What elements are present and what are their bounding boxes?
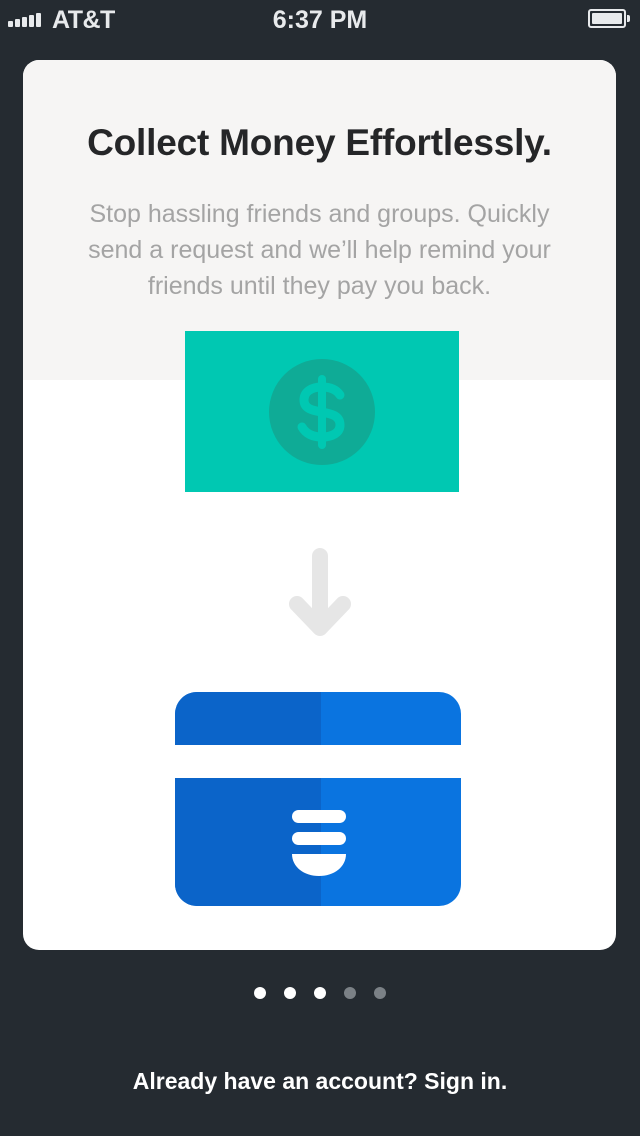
- dollar-sign-icon: [297, 375, 345, 449]
- page-dot-4[interactable]: [344, 987, 356, 999]
- onboarding-description: Stop hassling friends and groups. Quickl…: [88, 200, 551, 300]
- onboarding-card: Collect Money Effortlessly. Stop hasslin…: [23, 60, 616, 950]
- battery-icon: [588, 9, 630, 28]
- status-bar: AT&T 6:37 PM: [0, 0, 640, 40]
- page-indicator[interactable]: [0, 987, 640, 999]
- payment-card-icon: [175, 692, 461, 906]
- sign-in-link[interactable]: Already have an account? Sign in.: [0, 1068, 640, 1095]
- onboarding-title: Collect Money Effortlessly.: [87, 122, 552, 163]
- page-dot-2[interactable]: [284, 987, 296, 999]
- page-dot-1[interactable]: [254, 987, 266, 999]
- dollar-coin-icon: [269, 359, 375, 465]
- page-dot-5[interactable]: [374, 987, 386, 999]
- card-stripe: [175, 745, 461, 778]
- app-logo-icon: [292, 810, 346, 876]
- status-time: 6:37 PM: [272, 6, 368, 34]
- page-dot-3[interactable]: [314, 987, 326, 999]
- arrow-down-icon: [289, 548, 351, 636]
- dollar-bill-icon: [185, 331, 459, 492]
